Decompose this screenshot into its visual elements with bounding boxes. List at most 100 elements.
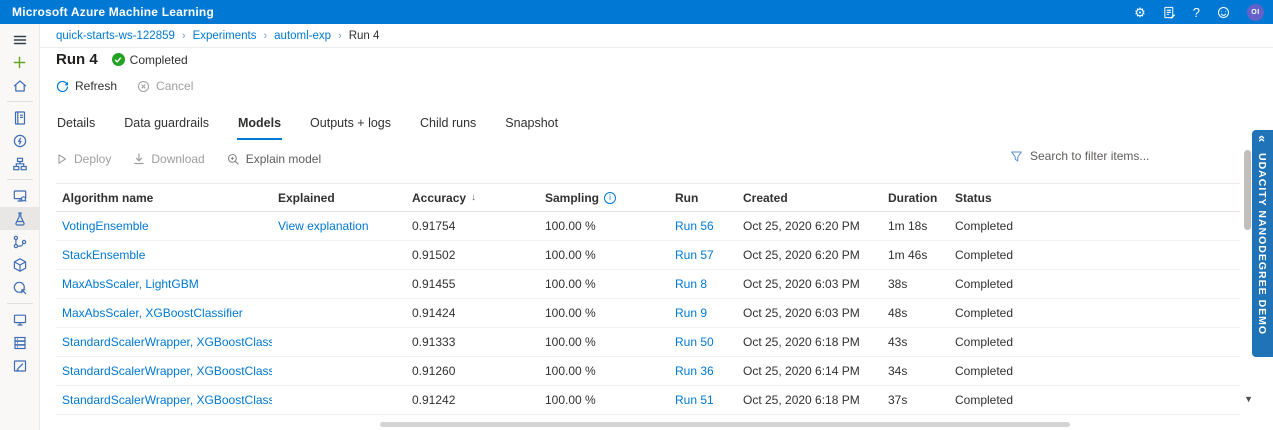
- accuracy-cell: 0.91260: [412, 364, 456, 378]
- algorithm-link[interactable]: MaxAbsScaler, LightGBM: [62, 277, 199, 291]
- sidebar-item-endpoints[interactable]: [0, 276, 40, 299]
- status-cell: Completed: [955, 306, 1014, 320]
- algorithm-link[interactable]: MaxAbsScaler, XGBoostClassifier: [62, 306, 243, 320]
- sidebar-item-models[interactable]: [0, 253, 40, 276]
- sidebar-item-datasets[interactable]: [0, 184, 40, 207]
- run-detail-tabs: Details Data guardrails Models Outputs +…: [56, 112, 559, 140]
- sort-desc-icon: ↓: [471, 192, 477, 203]
- run-title-row: Run 4 Completed: [56, 51, 188, 68]
- table-row[interactable]: MaxAbsScaler, XGBoostClassifier 0.91424 …: [56, 299, 1240, 328]
- view-explanation-link[interactable]: View explanation: [278, 219, 369, 233]
- run-link[interactable]: Run 56: [675, 219, 714, 233]
- run-link[interactable]: Run 36: [675, 364, 714, 378]
- accuracy-cell: 0.91455: [412, 277, 456, 291]
- algorithm-link[interactable]: StackEnsemble: [62, 248, 145, 262]
- column-header-sampling[interactable]: Sampling i: [539, 191, 669, 205]
- tab-details[interactable]: Details: [56, 112, 96, 140]
- tab-outputs-logs[interactable]: Outputs + logs: [309, 112, 392, 140]
- breadcrumb-experiments[interactable]: Experiments: [193, 30, 257, 42]
- sidebar-item-experiments[interactable]: [0, 207, 40, 230]
- notes-icon[interactable]: [1163, 6, 1176, 19]
- app-top-bar: Microsoft Azure Machine Learning ⚙ ? OI: [0, 0, 1273, 24]
- scrollbar-down-arrow[interactable]: ▼: [1244, 394, 1253, 404]
- created-cell: Oct 25, 2020 6:14 PM: [743, 364, 860, 378]
- table-header-row: Algorithm name Explained Accuracy ↓ Sampl…: [56, 183, 1240, 212]
- status-cell: Completed: [955, 277, 1014, 291]
- sidebar-item-data-labeling[interactable]: [0, 354, 40, 377]
- accuracy-cell: 0.91502: [412, 248, 456, 262]
- status-cell: Completed: [955, 364, 1014, 378]
- run-link[interactable]: Run 57: [675, 248, 714, 262]
- sampling-cell: 100.00 %: [545, 335, 596, 349]
- chevron-right-icon: ›: [263, 29, 268, 42]
- breadcrumb-workspace[interactable]: quick-starts-ws-122859: [56, 30, 175, 42]
- magnifier-icon: [227, 153, 239, 165]
- table-row[interactable]: StandardScalerWrapper, XGBoostClassifier…: [56, 357, 1240, 386]
- chevron-right-icon: ›: [338, 29, 342, 42]
- horizontal-scrollbar-thumb[interactable]: [380, 422, 1070, 427]
- refresh-button[interactable]: Refresh: [56, 79, 117, 93]
- tab-snapshot[interactable]: Snapshot: [504, 112, 559, 140]
- duration-cell: 38s: [888, 277, 908, 291]
- duration-cell: 1m 18s: [888, 219, 928, 233]
- table-row[interactable]: StandardScalerWrapper, XGBoostClassifier…: [56, 386, 1240, 415]
- run-link[interactable]: Run 50: [675, 335, 714, 349]
- algorithm-link[interactable]: StandardScalerWrapper, XGBoostClassifier: [62, 364, 272, 378]
- duration-cell: 48s: [888, 306, 908, 320]
- run-link[interactable]: Run 9: [675, 306, 707, 320]
- tab-data-guardrails[interactable]: Data guardrails: [123, 112, 210, 140]
- column-header-accuracy[interactable]: Accuracy ↓: [406, 191, 539, 205]
- sidebar-item-compute[interactable]: [0, 308, 40, 331]
- vertical-scrollbar-thumb[interactable]: [1244, 150, 1251, 230]
- algorithm-link[interactable]: StandardScalerWrapper, XGBoostClassifier: [62, 335, 272, 349]
- tab-child-runs[interactable]: Child runs: [419, 112, 477, 140]
- filter-search-box: [1010, 149, 1160, 163]
- algorithm-link[interactable]: VotingEnsemble: [62, 219, 149, 233]
- table-row[interactable]: StackEnsemble 0.91502 100.00 % Run 57 Oc…: [56, 241, 1240, 270]
- table-row[interactable]: StandardScalerWrapper, XGBoostClassifier…: [56, 328, 1240, 357]
- demo-side-banner[interactable]: « UDACITY NANODEGREE DEMO: [1252, 130, 1273, 357]
- column-header-created[interactable]: Created: [737, 191, 882, 205]
- table-body: VotingEnsemble View explanation 0.91754 …: [56, 212, 1240, 415]
- cancel-button[interactable]: Cancel: [137, 79, 193, 93]
- sidebar-item-pipelines[interactable]: [0, 230, 40, 253]
- feedback-smiley-icon[interactable]: [1217, 6, 1230, 19]
- sidebar-item-datastores[interactable]: [0, 331, 40, 354]
- user-avatar[interactable]: OI: [1247, 3, 1264, 21]
- column-header-explained[interactable]: Explained: [272, 191, 406, 205]
- download-button[interactable]: Download: [133, 152, 205, 166]
- breadcrumb: quick-starts-ws-122859 › Experiments › a…: [40, 24, 1273, 48]
- cancel-icon: [138, 80, 150, 92]
- tab-models[interactable]: Models: [236, 112, 283, 140]
- run-status-badge: Completed: [111, 53, 188, 67]
- table-row[interactable]: MaxAbsScaler, LightGBM 0.91455 100.00 % …: [56, 270, 1240, 299]
- sidebar-item-automated-ml[interactable]: [0, 129, 40, 152]
- breadcrumb-experiment-name[interactable]: automl-exp: [274, 30, 331, 42]
- info-icon[interactable]: i: [604, 191, 617, 204]
- run-link[interactable]: Run 8: [675, 277, 707, 291]
- hamburger-menu-icon[interactable]: [0, 28, 40, 51]
- column-header-run[interactable]: Run: [669, 191, 737, 205]
- sidebar-item-designer[interactable]: [0, 152, 40, 175]
- explain-model-button[interactable]: Explain model: [227, 152, 321, 166]
- duration-cell: 43s: [888, 335, 908, 349]
- left-nav-sidebar: [0, 24, 40, 430]
- column-header-status[interactable]: Status: [949, 191, 1240, 205]
- banner-label: UDACITY NANODEGREE DEMO: [1256, 153, 1268, 336]
- algorithm-link[interactable]: StandardScalerWrapper, XGBoostClassifier: [62, 393, 272, 407]
- sidebar-item-notebooks[interactable]: [0, 106, 40, 129]
- help-icon[interactable]: ?: [1193, 6, 1200, 19]
- home-icon[interactable]: [0, 74, 40, 97]
- column-header-duration[interactable]: Duration: [882, 191, 949, 205]
- deploy-play-icon: [58, 154, 66, 164]
- column-header-algorithm-name[interactable]: Algorithm name: [56, 191, 272, 205]
- run-link[interactable]: Run 51: [675, 393, 714, 407]
- settings-gear-icon[interactable]: ⚙: [1134, 6, 1146, 19]
- search-input[interactable]: [1030, 149, 1160, 163]
- deploy-button[interactable]: Deploy: [56, 152, 111, 166]
- app-title: Microsoft Azure Machine Learning: [12, 5, 214, 19]
- collapse-chevron-icon[interactable]: «: [1255, 135, 1270, 142]
- sidebar-divider: [6, 303, 33, 304]
- new-plus-icon[interactable]: [0, 51, 40, 74]
- table-row[interactable]: VotingEnsemble View explanation 0.91754 …: [56, 212, 1240, 241]
